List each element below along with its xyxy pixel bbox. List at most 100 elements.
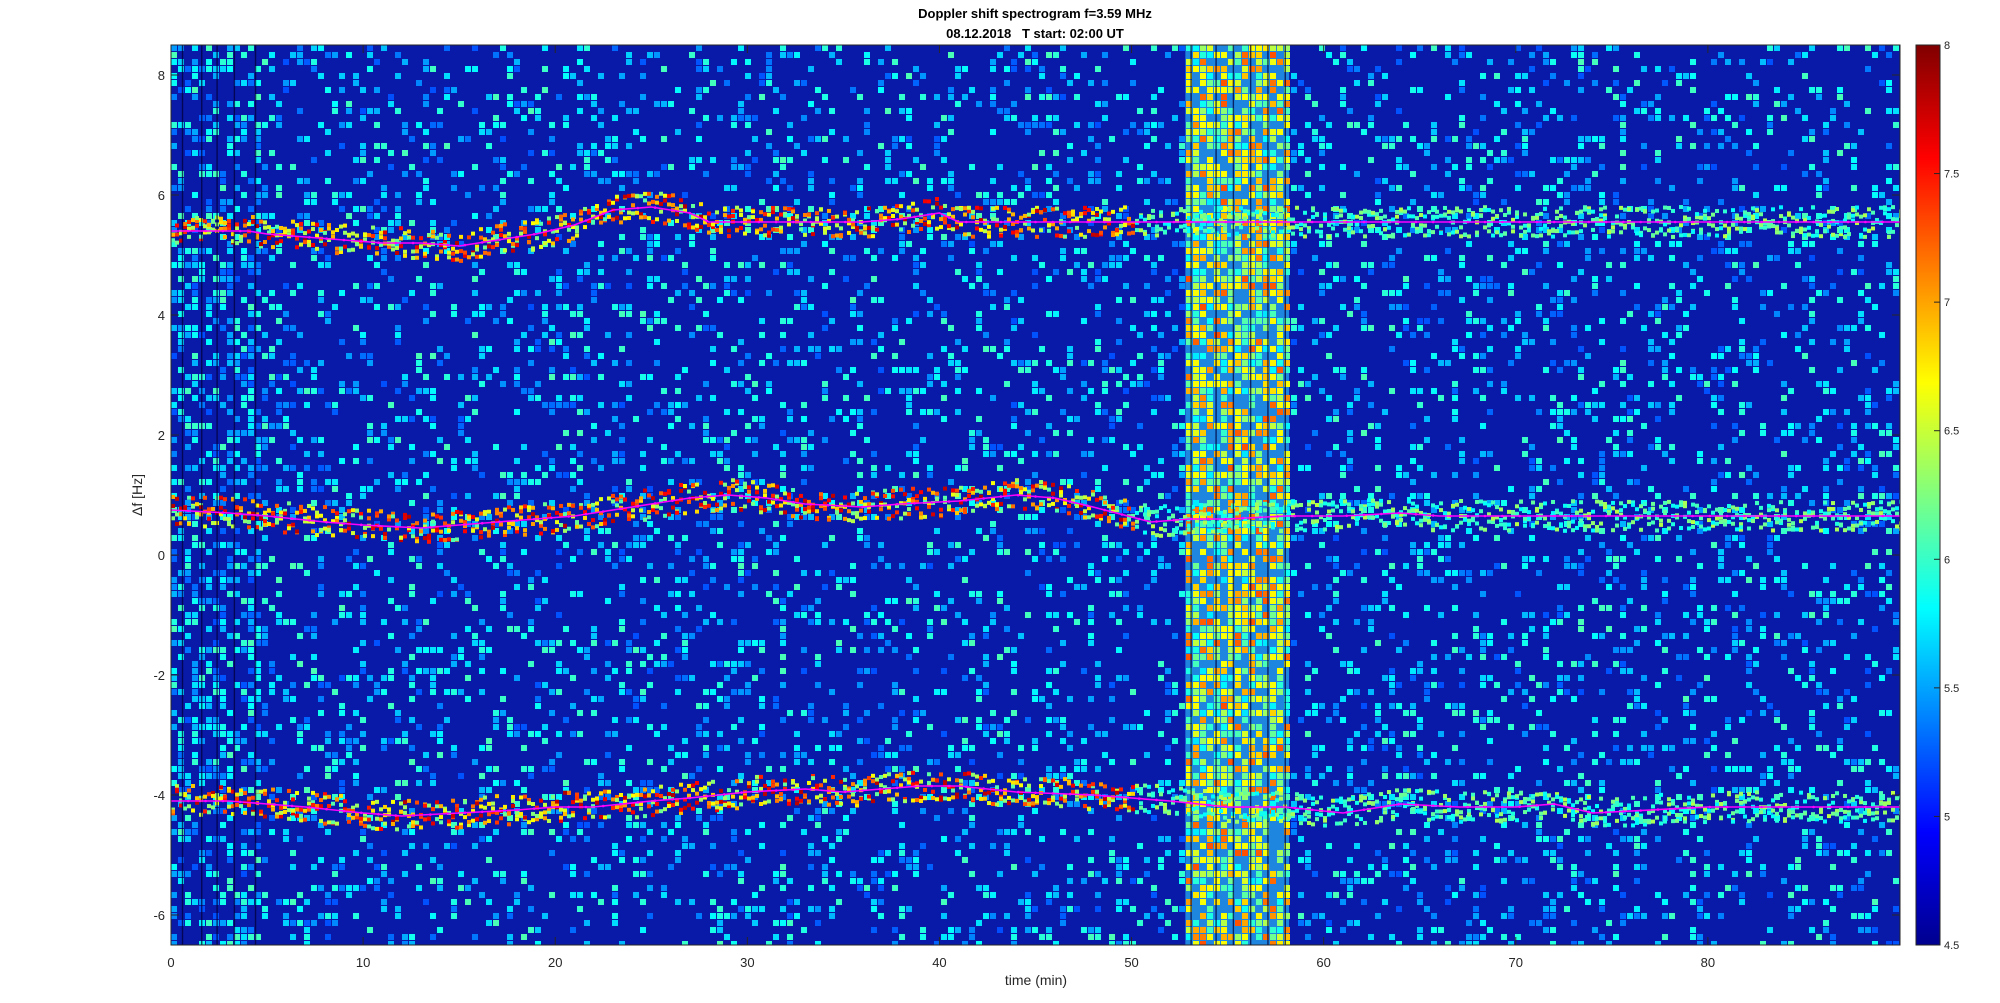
noise-cell — [787, 416, 793, 422]
noise-cell — [780, 717, 786, 723]
noise-cell — [1193, 262, 1199, 268]
noise-cell — [549, 689, 555, 695]
noise-cell — [1221, 829, 1227, 835]
noise-cell — [591, 143, 597, 149]
noise-cell — [1046, 934, 1052, 940]
noise-cell — [1249, 143, 1255, 149]
noise-cell — [332, 479, 338, 485]
noise-cell — [745, 122, 751, 128]
noise-cell — [507, 500, 513, 506]
noise-cell — [1116, 409, 1122, 415]
noise-cell — [339, 591, 345, 597]
noise-cell — [780, 94, 786, 100]
noise-cell — [1158, 472, 1164, 478]
noise-cell — [780, 906, 786, 912]
noise-cell — [1179, 857, 1185, 863]
noise-cell — [1207, 157, 1213, 163]
noise-cell — [850, 871, 856, 877]
noise-cell — [1221, 402, 1227, 408]
noise-cell — [213, 465, 219, 471]
noise-cell — [948, 185, 954, 191]
noise-cell — [892, 143, 898, 149]
noise-cell — [213, 605, 219, 611]
noise-cell — [521, 829, 527, 835]
noise-cell — [451, 591, 457, 597]
noise-cell — [850, 878, 856, 884]
noise-cell — [1158, 857, 1164, 863]
noise-cell — [262, 598, 268, 604]
noise-cell — [1214, 255, 1220, 261]
noise-cell — [248, 45, 254, 51]
noise-cell — [1200, 465, 1206, 471]
noise-cell — [1221, 430, 1227, 436]
noise-cell — [941, 157, 947, 163]
noise-cell — [1095, 521, 1101, 527]
noise-cell — [1137, 381, 1143, 387]
noise-cell — [1004, 199, 1010, 205]
noise-cell — [1165, 563, 1171, 569]
noise-cell — [591, 458, 597, 464]
noise-cell — [241, 115, 247, 121]
noise-cell — [465, 395, 471, 401]
noise-cell — [1011, 934, 1017, 940]
noise-cell — [731, 507, 737, 513]
noise-cell — [430, 416, 436, 422]
noise-cell — [220, 185, 226, 191]
noise-cell — [731, 276, 737, 282]
noise-cell — [1032, 906, 1038, 912]
noise-cell — [612, 885, 618, 891]
noise-cell — [717, 514, 723, 520]
noise-cell — [682, 941, 688, 945]
noise-cell — [395, 220, 401, 226]
noise-cell — [332, 885, 338, 891]
noise-cell — [535, 682, 541, 688]
noise-cell — [1158, 297, 1164, 303]
noise-cell — [577, 269, 583, 275]
noise-cell — [500, 710, 506, 716]
noise-cell — [577, 94, 583, 100]
noise-cell — [444, 717, 450, 723]
noise-cell — [360, 353, 366, 359]
noise-cell — [1144, 178, 1150, 184]
noise-cell — [1200, 857, 1206, 863]
noise-cell — [1165, 689, 1171, 695]
noise-cell — [640, 927, 646, 933]
noise-cell — [563, 717, 569, 723]
noise-cell — [185, 633, 191, 639]
noise-cell — [857, 94, 863, 100]
noise-cell — [976, 591, 982, 597]
noise-cell — [899, 822, 905, 828]
noise-cell — [416, 556, 422, 562]
noise-cell — [913, 80, 919, 86]
noise-cell — [913, 647, 919, 653]
noise-cell — [626, 171, 632, 177]
noise-cell — [1207, 885, 1213, 891]
noise-cell — [577, 906, 583, 912]
noise-cell — [346, 213, 352, 219]
noise-cell — [1081, 759, 1087, 765]
noise-cell — [913, 367, 919, 373]
noise-cell — [346, 738, 352, 744]
noise-cell — [339, 339, 345, 345]
noise-cell — [1214, 87, 1220, 93]
noise-cell — [367, 353, 373, 359]
noise-cell — [416, 864, 422, 870]
noise-cell — [668, 402, 674, 408]
noise-cell — [570, 73, 576, 79]
noise-cell — [1200, 444, 1206, 450]
noise-cell — [206, 717, 212, 723]
noise-cell — [381, 192, 387, 198]
noise-cell — [1018, 745, 1024, 751]
noise-cell — [850, 311, 856, 317]
noise-cell — [703, 556, 709, 562]
noise-cell — [871, 857, 877, 863]
noise-cell — [899, 766, 905, 772]
noise-cell — [1179, 451, 1185, 457]
noise-cell — [262, 248, 268, 254]
noise-cell — [934, 374, 940, 380]
noise-cell — [724, 934, 730, 940]
noise-cell — [248, 339, 254, 345]
noise-cell — [1025, 857, 1031, 863]
noise-cell — [549, 192, 555, 198]
noise-cell — [472, 822, 478, 828]
